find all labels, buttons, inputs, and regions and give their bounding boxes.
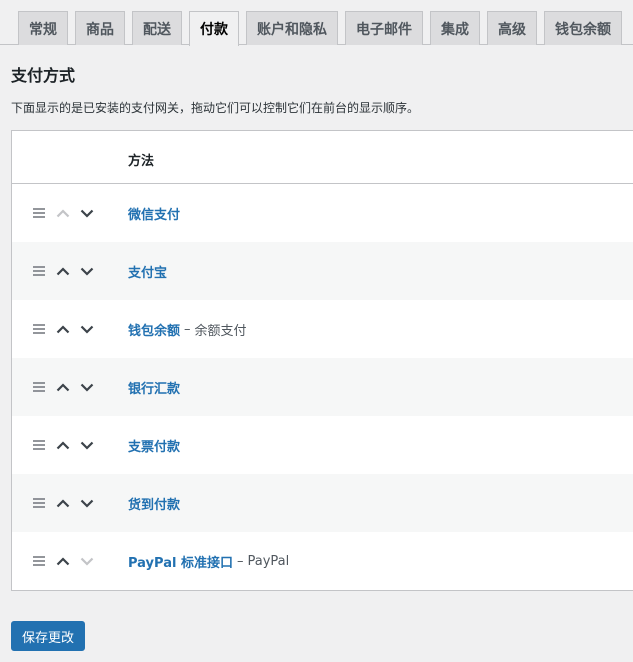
table-row[interactable]: 货到付款 bbox=[12, 474, 633, 532]
drag-handle-icon[interactable] bbox=[31, 242, 47, 300]
tab-integration[interactable]: 集成 bbox=[430, 11, 480, 45]
tab-payments[interactable]: 付款 bbox=[189, 11, 239, 46]
payment-method-name: 支票付款 bbox=[128, 416, 180, 474]
chevron-down-icon[interactable] bbox=[78, 184, 96, 242]
drag-handle-icon[interactable] bbox=[31, 416, 47, 474]
chevron-up-icon[interactable] bbox=[54, 184, 72, 242]
chevron-down-icon[interactable] bbox=[78, 532, 96, 590]
section-title: 支付方式 bbox=[11, 66, 76, 85]
drag-handle-icon[interactable] bbox=[31, 532, 47, 590]
table-body: 微信支付 支付宝 钱包余额 – 余额支付 银行汇款 支票付款 货到付款 PayPal 标准接口 –… bbox=[12, 184, 633, 590]
payment-method-subtitle: 余额支付 bbox=[194, 323, 247, 339]
payment-method-link[interactable]: 钱包余额 bbox=[128, 320, 180, 339]
separator: – bbox=[236, 553, 244, 569]
tab-products[interactable]: 商品 bbox=[75, 11, 125, 45]
separator: – bbox=[184, 321, 191, 337]
tab-general[interactable]: 常规 bbox=[18, 11, 68, 45]
chevron-up-icon[interactable] bbox=[54, 416, 72, 474]
table-row[interactable]: PayPal 标准接口 – PayPal bbox=[12, 532, 633, 590]
table-header: 方法 bbox=[12, 131, 633, 184]
column-header-method: 方法 bbox=[128, 154, 155, 169]
payment-method-name: 银行汇款 bbox=[128, 358, 180, 416]
tab-accounts-privacy[interactable]: 账户和隐私 bbox=[246, 11, 338, 45]
table-row[interactable]: 银行汇款 bbox=[12, 358, 633, 416]
tab-shipping[interactable]: 配送 bbox=[132, 11, 182, 45]
drag-handle-icon[interactable] bbox=[31, 184, 47, 242]
chevron-down-icon[interactable] bbox=[78, 416, 96, 474]
chevron-down-icon[interactable] bbox=[78, 300, 96, 358]
payment-method-name: 支付宝 bbox=[128, 242, 167, 300]
tab-wallet-balance[interactable]: 钱包余额 bbox=[544, 11, 622, 45]
payment-method-name: 微信支付 bbox=[128, 184, 180, 242]
drag-handle-icon[interactable] bbox=[31, 300, 47, 358]
chevron-down-icon[interactable] bbox=[78, 242, 96, 300]
tab-advanced[interactable]: 高级 bbox=[487, 11, 537, 45]
settings-tabs: 常规 商品 配送 付款 账户和隐私 电子邮件 集成 高级 钱包余额 bbox=[0, 0, 633, 46]
table-row[interactable]: 支票付款 bbox=[12, 416, 633, 474]
save-button[interactable]: 保存更改 bbox=[11, 621, 85, 651]
payment-method-name: PayPal 标准接口 – PayPal bbox=[128, 532, 289, 590]
chevron-up-icon[interactable] bbox=[54, 358, 72, 416]
chevron-up-icon[interactable] bbox=[54, 474, 72, 532]
payment-method-link[interactable]: PayPal 标准接口 bbox=[128, 552, 233, 571]
table-row[interactable]: 支付宝 bbox=[12, 242, 633, 300]
payment-method-link[interactable]: 货到付款 bbox=[128, 494, 180, 513]
payment-method-link[interactable]: 支票付款 bbox=[128, 436, 180, 455]
payment-method-subtitle: PayPal bbox=[247, 553, 290, 569]
payment-methods-table: 方法 微信支付 支付宝 钱包余额 – 余额支付 银行汇款 支票付款 货到付款 PayPal 标准… bbox=[11, 130, 633, 591]
chevron-down-icon[interactable] bbox=[78, 358, 96, 416]
chevron-up-icon[interactable] bbox=[54, 242, 72, 300]
payment-method-link[interactable]: 支付宝 bbox=[128, 262, 167, 281]
payment-method-link[interactable]: 银行汇款 bbox=[128, 378, 180, 397]
chevron-down-icon[interactable] bbox=[78, 474, 96, 532]
chevron-up-icon[interactable] bbox=[54, 300, 72, 358]
drag-handle-icon[interactable] bbox=[31, 474, 47, 532]
section-description: 下面显示的是已安装的支付网关，拖动它们可以控制它们在前台的显示顺序。 bbox=[11, 101, 420, 115]
payment-method-name: 货到付款 bbox=[128, 474, 180, 532]
table-row[interactable]: 微信支付 bbox=[12, 184, 633, 242]
tab-emails[interactable]: 电子邮件 bbox=[345, 11, 423, 45]
chevron-up-icon[interactable] bbox=[54, 532, 72, 590]
payment-method-link[interactable]: 微信支付 bbox=[128, 204, 180, 223]
table-row[interactable]: 钱包余额 – 余额支付 bbox=[12, 300, 633, 358]
drag-handle-icon[interactable] bbox=[31, 358, 47, 416]
payment-method-name: 钱包余额 – 余额支付 bbox=[128, 300, 247, 358]
